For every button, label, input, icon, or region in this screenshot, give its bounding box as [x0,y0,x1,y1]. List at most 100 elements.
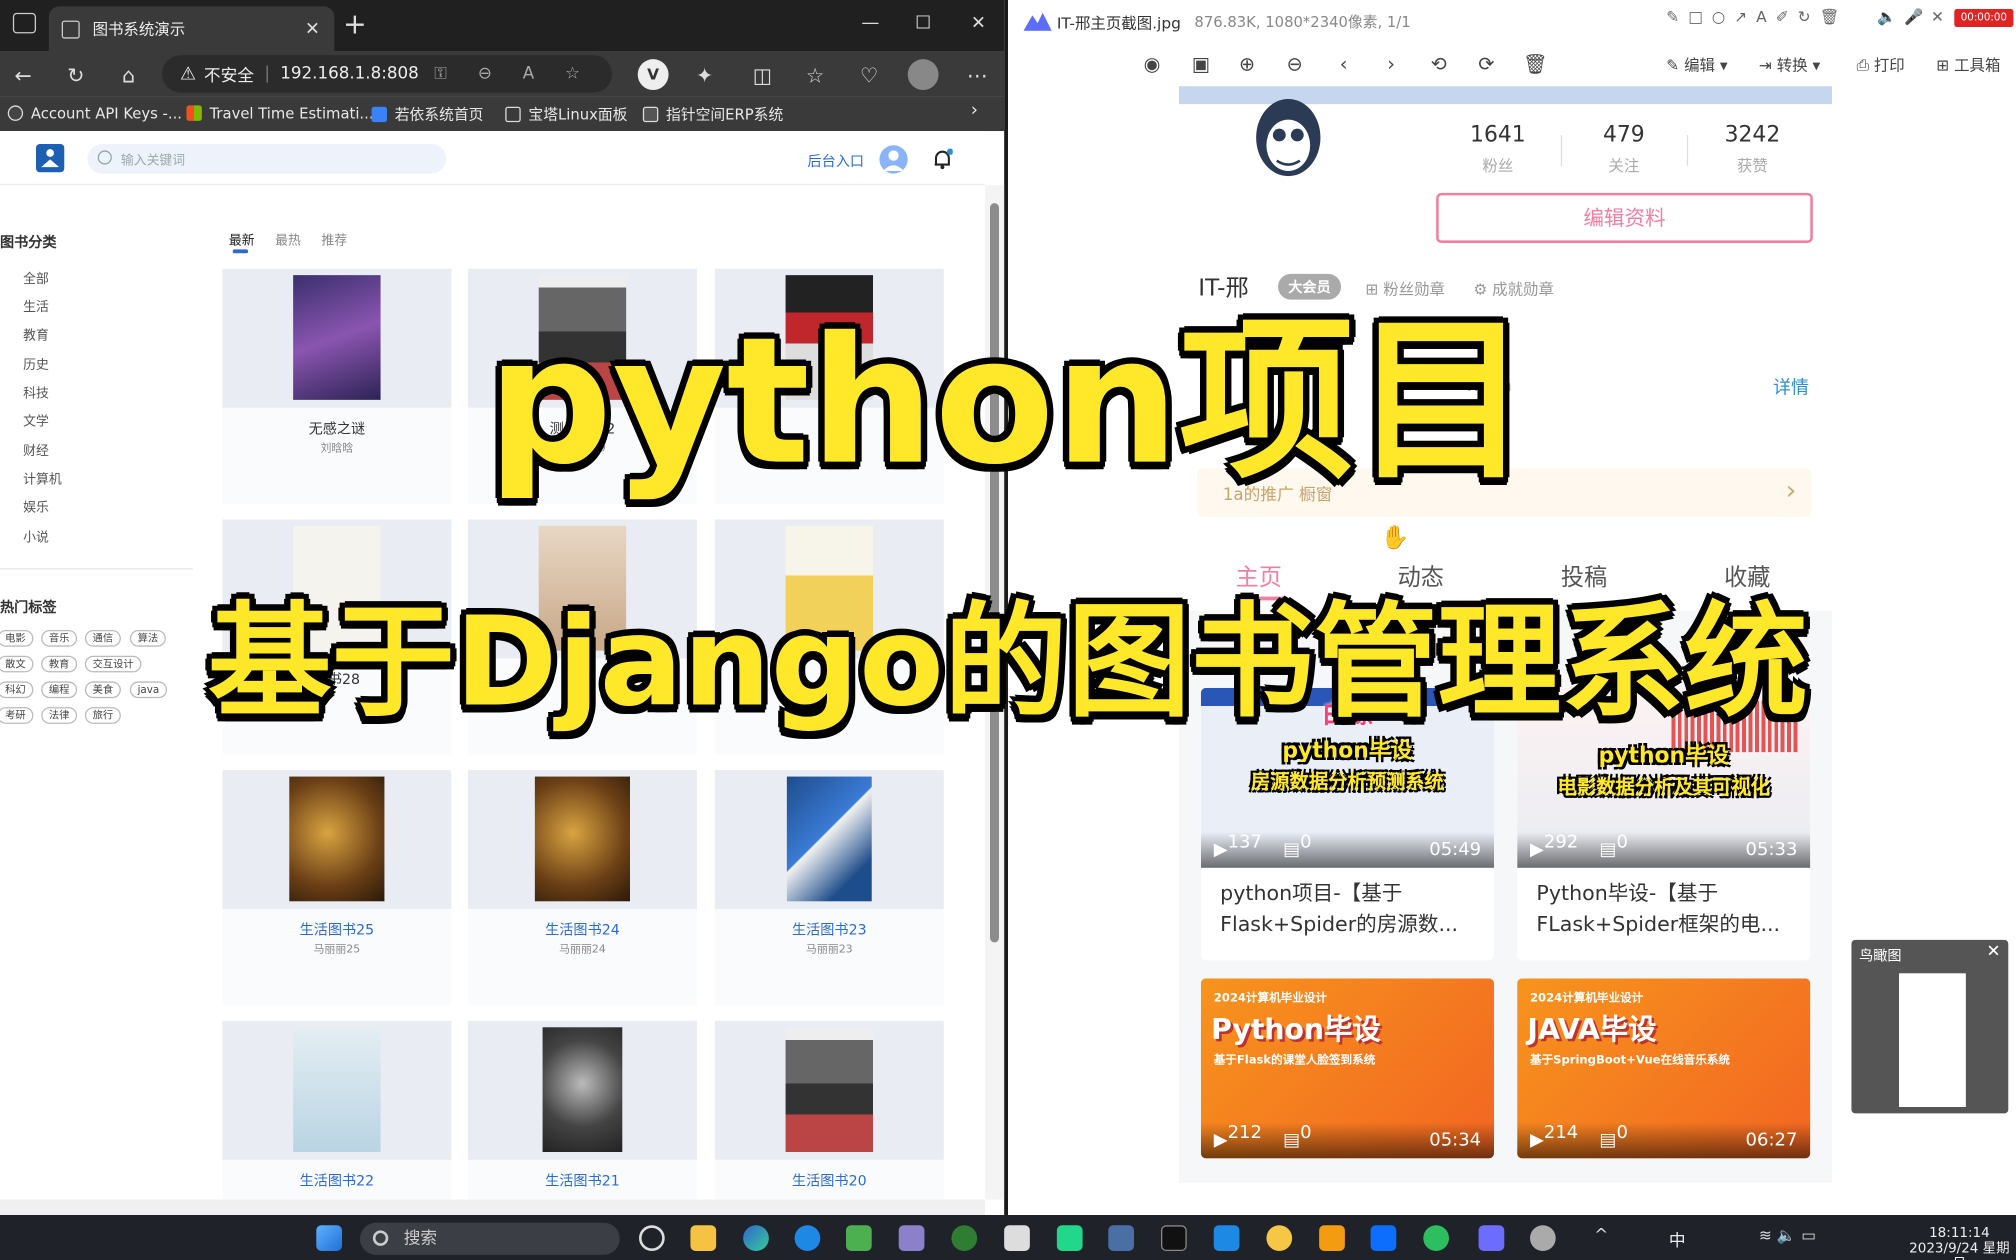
app-icon[interactable] [794,1225,821,1251]
user-avatar[interactable] [879,145,908,174]
video-card[interactable]: 2024计算机毕业设计 Python毕设 基于Flask的课堂人脸签到系统 ▶ … [1200,978,1494,1159]
category-item[interactable]: 娱乐 [23,496,49,515]
close-tab-icon[interactable]: ✕ [303,19,321,40]
read-aloud-icon[interactable]: A [523,64,534,83]
app-icon[interactable] [951,1225,978,1251]
app-icon[interactable] [845,1225,872,1251]
mouse-icon[interactable]: ◉ [1139,51,1165,77]
favorites-icon[interactable]: ☆ [800,59,831,90]
tab-actions-icon[interactable] [12,12,36,34]
pycharm-icon[interactable] [1056,1225,1083,1251]
minimap-preview[interactable] [1898,973,1966,1107]
fit-screen-icon[interactable]: ▣ [1188,51,1214,77]
print-button[interactable]: ⎙ 打印 [1857,54,1905,76]
app-icon[interactable] [1108,1225,1134,1251]
minimize-icon[interactable]: — [855,8,886,39]
app-icon[interactable] [1370,1225,1397,1251]
taskbar-search[interactable]: 搜索 [359,1222,620,1255]
book-card[interactable]: 生活图书25 马丽丽25 [222,770,452,1006]
recording-timer[interactable]: 00:00:00 结束 [1954,8,2014,41]
site-logo[interactable] [35,143,65,173]
zoom-out-icon[interactable]: ⊖ [1282,51,1308,77]
app-icon[interactable] [1478,1225,1505,1251]
stat-likes[interactable]: 3242 获赞 [1695,122,1811,176]
next-icon[interactable]: › [1378,51,1404,77]
split-screen-icon[interactable]: ◫ [747,59,778,90]
maximize-icon[interactable]: ☐ [908,8,939,39]
admin-link[interactable]: 后台入口 [807,150,864,171]
minimap-panel[interactable]: 鸟瞰图 ✕ [1851,939,2009,1114]
new-tab-icon[interactable]: + [342,10,368,41]
tab-recommended[interactable]: 推荐 [321,229,347,248]
app-icon[interactable] [1004,1225,1030,1251]
zoom-in-icon[interactable]: ⊕ [1234,51,1260,77]
edit-profile-button[interactable]: 编辑资料 [1436,192,1813,243]
bookmarks-more-icon[interactable]: › [971,100,978,121]
tab-home[interactable]: 主页 [1236,559,1282,592]
horizontal-scrollbar[interactable] [0,1199,985,1215]
media-controls[interactable]: 🔈🎤✕ [1877,8,1951,26]
tab-hottest[interactable]: 最热 [275,229,301,248]
back-icon[interactable]: ← [8,59,39,90]
clock[interactable]: 18:11:14 2023/9/24 星期日 [1903,1225,2016,1260]
close-window-icon[interactable]: ✕ [963,8,994,39]
book-card[interactable]: 生活图书23 马丽丽23 [714,770,944,1006]
home-icon[interactable]: ⌂ [113,59,144,90]
key-icon[interactable]: ⚿ [434,64,447,83]
book-card[interactable]: 生活图书22 [222,1020,452,1215]
stat-following[interactable]: 479 关注 [1566,122,1682,176]
edge-icon[interactable] [743,1225,769,1251]
search-input[interactable]: 输入关键词 [87,143,447,174]
rotate-left-icon[interactable]: ⟲ [1426,51,1452,77]
wechat-icon[interactable] [1423,1225,1449,1251]
book-card[interactable]: 生活图书20 [714,1020,944,1215]
tab-posts[interactable]: 投稿 [1561,559,1607,592]
app-icon[interactable] [898,1225,925,1251]
category-item[interactable]: 小说 [23,526,49,545]
favorite-star-icon[interactable]: ☆ [565,64,580,83]
browser-tab[interactable]: 图书系统演示 ✕ [48,6,335,52]
zoom-icon[interactable]: ⊖ [478,64,492,83]
tray-icons[interactable]: ≋🔈▭ [1759,1227,1821,1245]
app-icon[interactable] [1529,1225,1556,1251]
stat-fans[interactable]: 1641 粉丝 [1440,122,1556,176]
performance-icon[interactable]: ♡ [854,59,885,90]
convert-menu[interactable]: ⇥ 转换 ▾ [1759,54,1820,76]
bookmark-ruoyi[interactable]: 若依系统首页 [371,104,483,125]
edit-menu[interactable]: ✎ 编辑 ▾ [1666,54,1727,76]
tab-favorites[interactable]: 收藏 [1724,559,1770,592]
category-item[interactable]: 全部 [23,267,49,287]
tab-latest[interactable]: 最新 [229,229,255,248]
terminal-icon[interactable] [1160,1225,1187,1251]
start-icon[interactable] [316,1225,342,1251]
fan-medal[interactable]: ⊞ 粉丝勋章 [1365,278,1445,300]
achievement-medal[interactable]: ⚙ 成就勋章 [1473,278,1553,300]
close-minimap-icon[interactable]: ✕ [1987,942,2001,961]
bookmark-travel-time[interactable]: Travel Time Estimati... [186,104,374,122]
bookmark-baota[interactable]: 宝塔Linux面板 [505,104,627,125]
video-card[interactable]: 2024计算机毕业设计 JAVA毕设 基于SpringBoot+Vue在线音乐系… [1517,978,1811,1159]
tab-dynamics[interactable]: 动态 [1398,559,1444,592]
extensions-icon[interactable]: ✦ [689,59,720,90]
bookmark-api-keys[interactable]: Account API Keys -... [7,104,182,122]
ime-indicator[interactable]: 中 [1669,1227,1686,1251]
refresh-icon[interactable]: ↻ [60,59,91,90]
bookmark-erp[interactable]: 指针空间ERP系统 [642,104,783,125]
delete-icon[interactable]: 🗑 [1522,51,1548,77]
rotate-right-icon[interactable]: ⟳ [1473,51,1499,77]
app-icon[interactable] [1319,1225,1345,1251]
app-icon[interactable] [1266,1225,1293,1251]
previous-icon[interactable]: ‹ [1331,51,1357,77]
bell-icon[interactable] [932,148,953,170]
address-bar[interactable]: ⚠ 不安全 | 192.168.1.8:808 ⚿ ⊖ A ☆ [161,55,612,93]
chatgpt-icon[interactable] [638,1225,665,1251]
tray-chevron-icon[interactable]: ^ [1594,1227,1608,1246]
profile-avatar[interactable] [907,59,939,90]
more-menu-icon[interactable]: ⋯ [962,59,993,90]
file-explorer-icon[interactable] [690,1225,717,1251]
vpn-extension-icon[interactable]: V [637,59,669,90]
book-card[interactable]: 生活图书21 [467,1020,697,1215]
app-icon[interactable] [1213,1225,1240,1251]
toolbox-button[interactable]: ⊞ 工具箱 [1936,54,2000,76]
book-card[interactable]: 生活图书24 马丽丽24 [467,770,697,1006]
